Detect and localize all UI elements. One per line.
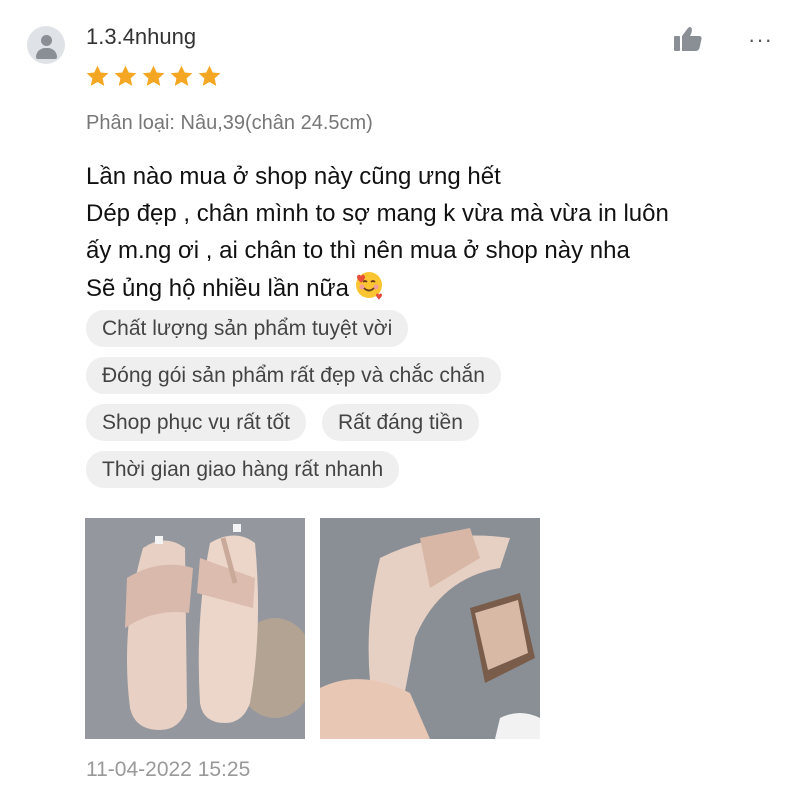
avatar-head-shape xyxy=(41,35,52,46)
user-avatar[interactable] xyxy=(27,26,65,64)
review-photo[interactable] xyxy=(320,518,540,739)
smiling-face-with-hearts-emoji xyxy=(355,272,382,300)
review-comment: Lần nào mua ở shop này cũng ưng hết Dép … xyxy=(86,158,786,307)
comment-line-with-emoji: Sẽ ủng hộ nhiều lần nữa xyxy=(86,269,786,307)
rating-stars xyxy=(85,64,222,89)
comment-line: Sẽ ủng hộ nhiều lần nữa xyxy=(86,275,349,302)
avatar-body-shape xyxy=(36,48,57,59)
sandals-photo-top-view xyxy=(85,518,305,739)
star-icon xyxy=(86,65,109,86)
review-photo[interactable] xyxy=(85,518,305,739)
review-tag: Thời gian giao hàng rất nhanh xyxy=(86,451,400,488)
thumbs-up-icon[interactable] xyxy=(673,26,703,52)
review-tag: Chất lượng sản phẩm tuyệt vời xyxy=(86,310,409,347)
star-icon xyxy=(198,65,221,86)
comment-line: ấy m.ng ơi , ai chân to thì nên mua ở sh… xyxy=(86,237,630,264)
star-icon xyxy=(142,65,165,86)
variant-label: Phân loại: Nâu,39(chân 24.5cm) xyxy=(86,112,373,134)
more-options-icon[interactable]: ··· xyxy=(748,29,773,51)
sandal-photo-held-in-hand xyxy=(320,518,540,739)
review-tag: Rất đáng tiền xyxy=(321,404,479,441)
review-timestamp: 11-04-2022 15:25 xyxy=(86,758,251,781)
review-tags: Chất lượng sản phẩm tuyệt vời Đóng gói s… xyxy=(86,310,726,488)
star-icon xyxy=(114,65,137,86)
star-icon xyxy=(170,65,193,86)
review-tag: Đóng gói sản phẩm rất đẹp và chắc chắn xyxy=(86,357,501,394)
comment-line: Lần nào mua ở shop này cũng ưng hết xyxy=(86,163,501,190)
comment-line: Dép đẹp , chân mình to sợ mang k vừa mà … xyxy=(86,200,669,227)
reviewer-username[interactable]: 1.3.4nhung xyxy=(86,24,196,50)
review-tag: Shop phục vụ rất tốt xyxy=(86,404,306,441)
